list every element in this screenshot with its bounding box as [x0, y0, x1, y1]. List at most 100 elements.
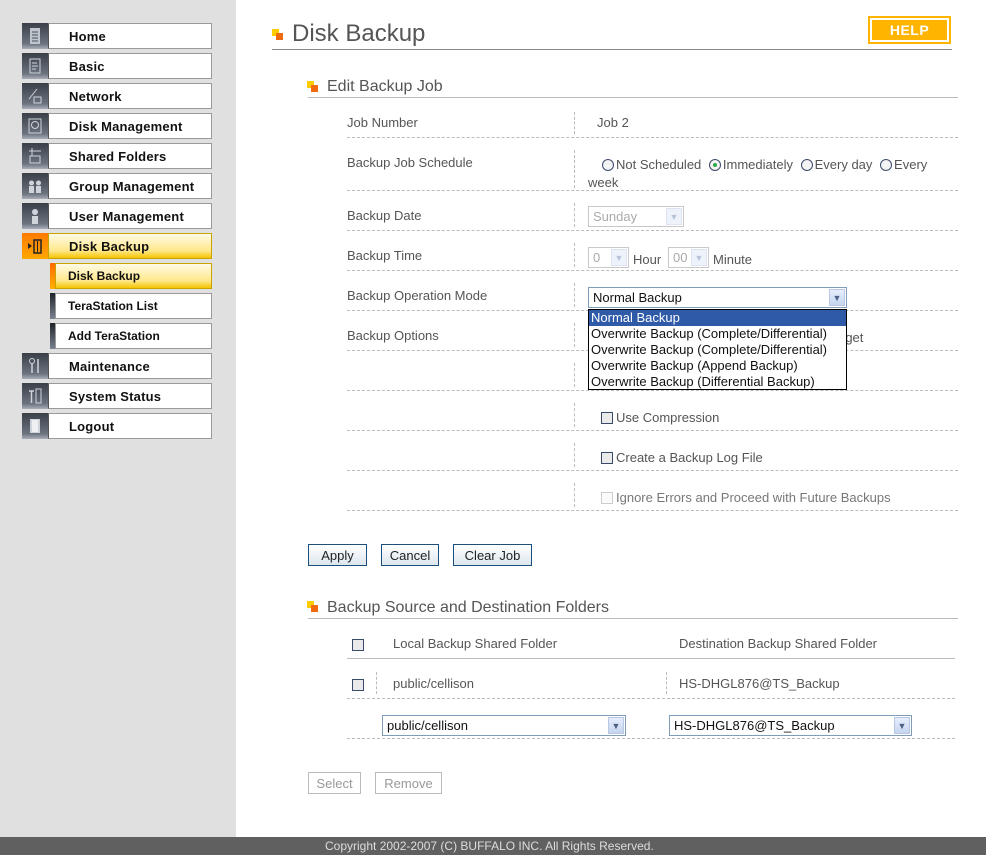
sidebar-item-label: Disk Management	[48, 113, 212, 139]
footer: Copyright 2002-2007 (C) BUFFALO INC. All…	[0, 837, 986, 855]
folders-table-header: Local Backup Shared Folder Destination B…	[347, 628, 955, 659]
select-button[interactable]: Select	[308, 772, 361, 794]
sidebar-item-label: Home	[48, 23, 212, 49]
section-title-edit-job: Edit Backup Job	[327, 78, 443, 95]
job-number-value: Job 2	[597, 115, 629, 130]
clear-job-button[interactable]: Clear Job	[453, 544, 532, 566]
backup-date-select[interactable]: Sunday ▼	[588, 206, 684, 227]
destination-folder-select[interactable]: HS-DHGL876@TS_Backup ▼	[669, 715, 912, 736]
chevron-down-icon: ▼	[666, 208, 682, 225]
group-icon	[22, 173, 48, 199]
sidebar-item-label: System Status	[48, 383, 212, 409]
backup-minute-select[interactable]: 00 ▼	[668, 247, 709, 268]
sidebar-item-label: Group Management	[48, 173, 212, 199]
copyright-text: Copyright 2002-2007 (C) BUFFALO INC. All…	[325, 839, 654, 853]
sidebar-item-label: Basic	[48, 53, 212, 79]
sidebar-item-group-management[interactable]: Group Management	[22, 173, 212, 199]
help-button[interactable]: HELP	[868, 16, 951, 44]
row-backup-date: Backup Date Sunday ▼	[347, 199, 958, 231]
backup-date-label: Backup Date	[347, 208, 422, 223]
folder-select-row: public/cellison ▼ HS-DHGL876@TS_Backup ▼	[347, 707, 955, 739]
chevron-down-icon: ▼	[691, 249, 707, 266]
sidebar-item-label: Maintenance	[48, 353, 212, 379]
sidebar-item-system-status[interactable]: System Status	[22, 383, 212, 409]
backup-hour-select[interactable]: 0 ▼	[588, 247, 629, 268]
radio-not-scheduled[interactable]: Not Scheduled	[602, 157, 701, 172]
remove-button[interactable]: Remove	[375, 772, 442, 794]
job-number-label: Job Number	[347, 115, 418, 130]
radio-every-day[interactable]: Every day	[800, 157, 872, 172]
sidebar-item-disk-backup[interactable]: Disk Backup	[22, 233, 212, 259]
sidebar-item-disk-management[interactable]: Disk Management	[22, 113, 212, 139]
sidebar-subitem-label: TeraStation List	[55, 293, 212, 319]
row-operation-mode: Backup Operation Mode Normal Backup ▼	[347, 279, 958, 311]
schedule-label: Backup Job Schedule	[347, 155, 473, 170]
backup-time-label: Backup Time	[347, 248, 423, 263]
create-log-checkbox[interactable]: Create a Backup Log File	[601, 450, 763, 465]
system-status-icon	[22, 383, 48, 409]
ignore-errors-checkbox[interactable]: Ignore Errors and Proceed with Future Ba…	[601, 490, 891, 505]
sidebar-item-network[interactable]: Network	[22, 83, 212, 109]
row-backup-time: Backup Time 0 ▼ Hour 00 ▼ Minute	[347, 239, 958, 271]
dropdown-option[interactable]: Overwrite Backup (Differential Backup)	[589, 374, 846, 390]
radio-immediately[interactable]: Immediately	[708, 157, 793, 172]
backup-options-label: Backup Options	[347, 328, 439, 343]
home-icon	[22, 23, 48, 49]
sidebar-item-user-management[interactable]: User Management	[22, 203, 212, 229]
operation-mode-select[interactable]: Normal Backup ▼	[588, 287, 847, 308]
destination-folder-cell: HS-DHGL876@TS_Backup	[679, 676, 840, 691]
sidebar-item-maintenance[interactable]: Maintenance	[22, 353, 212, 379]
row-schedule: Backup Job Schedule Not Scheduled Immedi…	[347, 146, 958, 191]
title-bullet-icon	[272, 29, 283, 40]
row-checkbox[interactable]	[352, 679, 364, 691]
user-icon	[22, 203, 48, 229]
destination-folder-header: Destination Backup Shared Folder	[679, 636, 878, 651]
sidebar-subitem-label: Add TeraStation	[55, 323, 212, 349]
select-all-checkbox[interactable]	[352, 639, 364, 651]
sidebar-subitem-disk-backup[interactable]: Disk Backup	[50, 263, 212, 289]
sidebar-item-shared-folders[interactable]: Shared Folders	[22, 143, 212, 169]
apply-button[interactable]: Apply	[308, 544, 367, 566]
logout-icon	[22, 413, 48, 439]
chevron-down-icon: ▼	[608, 717, 624, 734]
sidebar-subitem-add-terastation[interactable]: Add TeraStation	[50, 323, 212, 349]
operation-mode-dropdown-list: Normal Backup Overwrite Backup (Complete…	[588, 309, 847, 390]
row-use-compression: Use Compression	[347, 399, 958, 431]
cancel-button[interactable]: Cancel	[381, 544, 439, 566]
sidebar-item-logout[interactable]: Logout	[22, 413, 212, 439]
dropdown-option[interactable]: Normal Backup	[589, 310, 846, 326]
shared-folder-icon	[22, 143, 48, 169]
sidebar-item-basic[interactable]: Basic	[22, 53, 212, 79]
table-row: public/cellison HS-DHGL876@TS_Backup	[347, 667, 955, 699]
section-divider	[308, 618, 958, 619]
section-title-folders: Backup Source and Destination Folders	[327, 599, 609, 616]
sidebar: Home Basic Network Disk Management Share…	[0, 0, 236, 837]
local-folder-select[interactable]: public/cellison ▼	[382, 715, 626, 736]
row-job-number: Job Number Job 2	[347, 108, 958, 138]
chevron-down-icon: ▼	[894, 717, 910, 734]
section-bullet-icon	[307, 601, 318, 612]
title-divider	[272, 49, 952, 50]
chevron-down-icon: ▼	[829, 289, 845, 306]
sidebar-subitem-label: Disk Backup	[55, 263, 212, 289]
minute-label: Minute	[713, 252, 753, 267]
sidebar-item-home[interactable]: Home	[22, 23, 212, 49]
sidebar-item-label: Disk Backup	[48, 233, 212, 259]
maintenance-icon	[22, 353, 48, 379]
sidebar-item-label: Network	[48, 83, 212, 109]
chevron-down-icon: ▼	[611, 249, 627, 266]
sidebar-item-label: Shared Folders	[48, 143, 212, 169]
sidebar-subitem-terastation-list[interactable]: TeraStation List	[50, 293, 212, 319]
dropdown-option[interactable]: Overwrite Backup (Complete/Differential)	[589, 342, 846, 358]
sidebar-item-label: Logout	[48, 413, 212, 439]
dropdown-option[interactable]: Overwrite Backup (Append Backup)	[589, 358, 846, 374]
disk-icon	[22, 113, 48, 139]
row-ignore-errors: Ignore Errors and Proceed with Future Ba…	[347, 479, 958, 511]
use-compression-checkbox[interactable]: Use Compression	[601, 410, 719, 425]
network-icon	[22, 83, 48, 109]
dropdown-option[interactable]: Overwrite Backup (Complete/Differential)	[589, 326, 846, 342]
row-create-log: Create a Backup Log File	[347, 439, 958, 471]
local-folder-header: Local Backup Shared Folder	[393, 636, 558, 651]
operation-mode-label: Backup Operation Mode	[347, 288, 488, 303]
local-folder-cell: public/cellison	[393, 676, 474, 691]
